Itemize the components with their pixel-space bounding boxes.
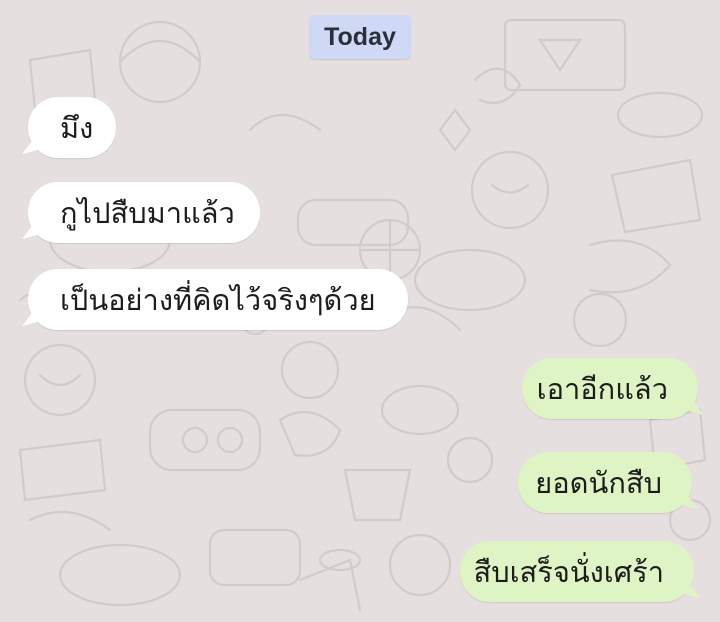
message-text: เป็นอย่างที่คิดไว้จริงๆด้วย bbox=[60, 282, 376, 317]
message-text: สืบเสร็จนั่งเศร้า bbox=[473, 554, 664, 589]
message-text: มึง bbox=[60, 110, 94, 145]
outgoing-message-bubble[interactable]: ยอดนักสืบ bbox=[518, 452, 702, 513]
date-divider: Today bbox=[309, 15, 411, 59]
message-text: เอาอีกแล้ว bbox=[536, 371, 668, 406]
message-text: กูไปสืบมาแล้ว bbox=[60, 195, 235, 230]
incoming-message-bubble[interactable]: กูไปสืบมาแล้ว bbox=[18, 182, 260, 243]
incoming-message-bubble[interactable]: เป็นอย่างที่คิดไว้จริงๆด้วย bbox=[18, 269, 408, 330]
message-text: ยอดนักสืบ bbox=[535, 465, 662, 500]
date-divider-label: Today bbox=[324, 22, 396, 51]
chat-area[interactable]: Today มึง กูไปสืบมาแล้ว เป็นอย่างที่คิดไ… bbox=[0, 0, 720, 622]
outgoing-message-bubble[interactable]: เอาอีกแล้ว bbox=[522, 358, 708, 419]
outgoing-message-bubble[interactable]: สืบเสร็จนั่งเศร้า bbox=[460, 541, 704, 602]
incoming-message-bubble[interactable]: มึง bbox=[18, 97, 116, 158]
